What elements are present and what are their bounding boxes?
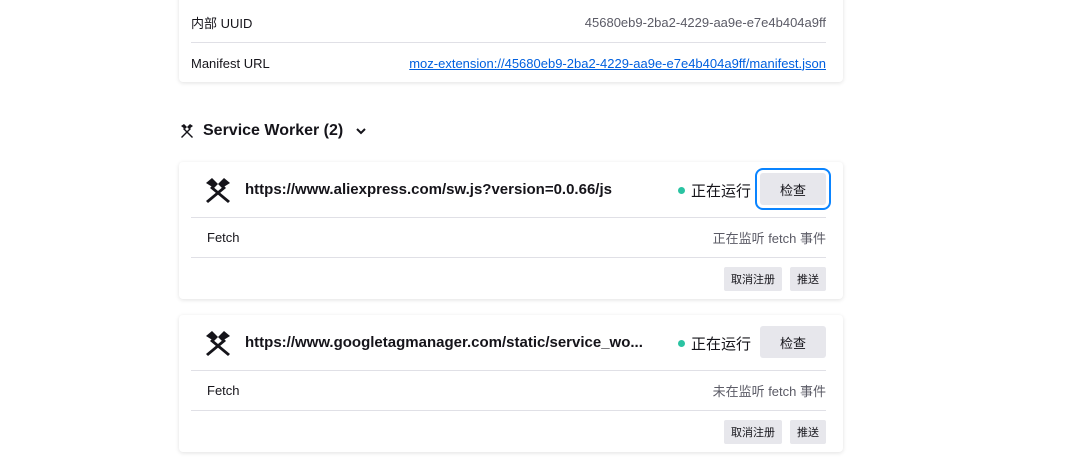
inspect-button[interactable]: 检查: [760, 326, 826, 358]
push-button[interactable]: 推送: [790, 267, 826, 291]
running-dot-icon: [677, 339, 685, 347]
service-worker-section-header[interactable]: Service Worker (2): [179, 120, 367, 142]
fetch-status: 正在监听 fetch 事件: [712, 231, 826, 246]
about-debugging-page: 内部 UUID 45680eb9-2ba2-4229-aa9e-e7e4b404…: [0, 0, 1076, 469]
manifest-url-link[interactable]: moz-extension://45680eb9-2ba2-4229-aa9e-…: [409, 56, 826, 71]
unregister-button[interactable]: 取消注册: [724, 420, 782, 444]
push-button[interactable]: 推送: [790, 420, 826, 444]
section-title: Service Worker (2): [203, 122, 344, 139]
running-dot-icon: [677, 186, 685, 194]
fetch-label: Fetch: [207, 230, 240, 245]
worker-url: https://www.googletagmanager.com/static/…: [245, 334, 643, 351]
fetch-label: Fetch: [207, 383, 240, 398]
uuid-row: 内部 UUID 45680eb9-2ba2-4229-aa9e-e7e4b404…: [191, 3, 826, 43]
uuid-label: 内部 UUID: [191, 16, 253, 31]
fetch-row: Fetch 正在监听 fetch 事件: [191, 218, 826, 258]
uuid-value: 45680eb9-2ba2-4229-aa9e-e7e4b404a9ff: [584, 15, 826, 30]
worker-actions: 取消注册 推送: [724, 267, 826, 291]
worker-header: https://www.aliexpress.com/sw.js?version…: [191, 162, 831, 218]
fetch-status: 未在监听 fetch 事件: [712, 384, 826, 399]
extension-info-card: 内部 UUID 45680eb9-2ba2-4229-aa9e-e7e4b404…: [179, 0, 843, 82]
fetch-row: Fetch 未在监听 fetch 事件: [191, 371, 826, 411]
service-worker-icon: [203, 177, 233, 203]
worker-status: 正在运行: [677, 315, 751, 371]
manifest-row: Manifest URL moz-extension://45680eb9-2b…: [191, 43, 826, 83]
unregister-button[interactable]: 取消注册: [724, 267, 782, 291]
inspect-button[interactable]: 检查: [755, 168, 831, 210]
worker-status-label: 正在运行: [690, 335, 751, 353]
worker-header: https://www.googletagmanager.com/static/…: [191, 315, 826, 371]
worker-url: https://www.aliexpress.com/sw.js?version…: [245, 181, 612, 198]
chevron-down-icon[interactable]: [355, 125, 367, 137]
service-worker-card: https://www.googletagmanager.com/static/…: [179, 315, 843, 452]
manifest-label: Manifest URL: [191, 55, 270, 71]
worker-actions: 取消注册 推送: [724, 420, 826, 444]
service-worker-icon: [179, 123, 195, 139]
worker-status-label: 正在运行: [690, 182, 751, 200]
worker-status: 正在运行: [677, 162, 751, 218]
service-worker-card: https://www.aliexpress.com/sw.js?version…: [179, 162, 843, 299]
service-worker-icon: [203, 330, 233, 356]
